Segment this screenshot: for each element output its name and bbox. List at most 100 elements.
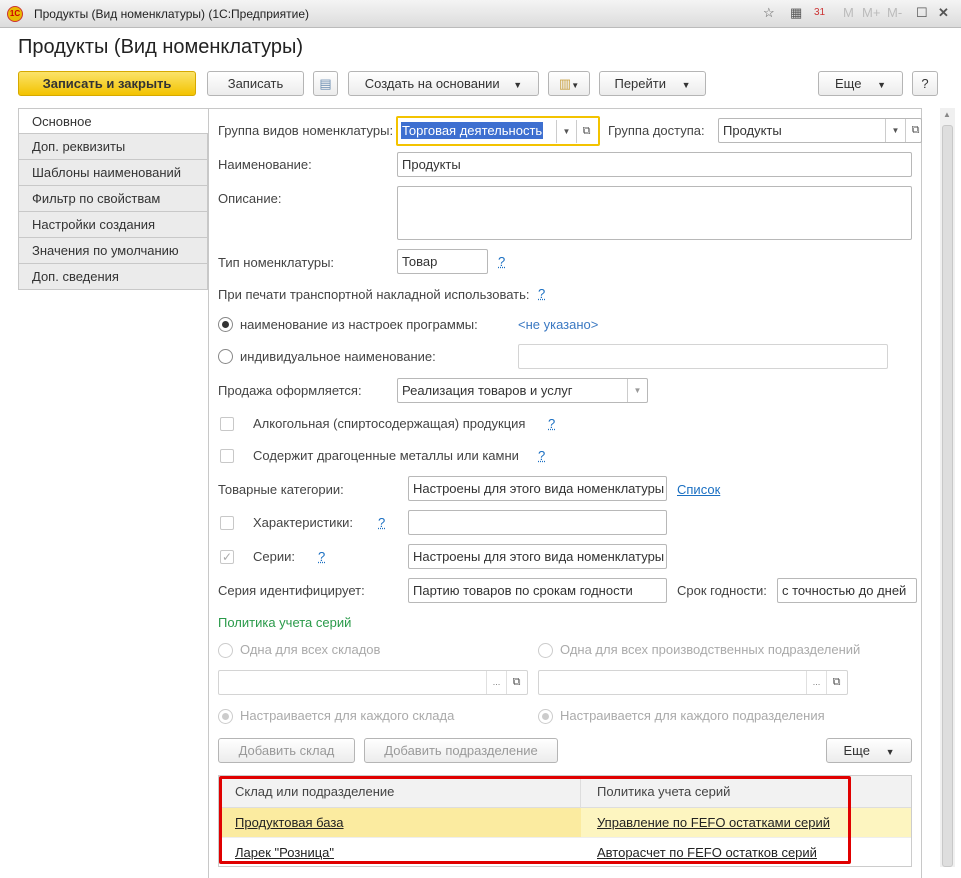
radio-settings-label: наименование из настроек программы:: [240, 317, 478, 332]
radio-one-all-warehouses[interactable]: [218, 643, 233, 658]
more-button[interactable]: Еще ▼: [818, 71, 903, 96]
series-id-input[interactable]: Партию товаров по срокам годности: [408, 578, 667, 603]
list-icon[interactable]: ▤: [313, 71, 338, 96]
table-more-button[interactable]: Еще ▼: [826, 738, 912, 763]
dropdown-icon[interactable]: ▼: [885, 119, 905, 142]
page-title: Продукты (Вид номенклатуры): [18, 36, 304, 58]
each-warehouse-label: Настраивается для каждого склада: [240, 708, 455, 723]
precious-help-link[interactable]: ?: [538, 448, 545, 463]
tab-name-templates[interactable]: Шаблоны наименований: [18, 160, 208, 186]
name-input[interactable]: Продукты: [397, 152, 912, 177]
print-help-link[interactable]: ?: [538, 286, 545, 301]
one-all-divisions-label: Одна для всех производственных подраздел…: [560, 642, 861, 657]
precious-checkbox[interactable]: [220, 449, 234, 463]
characteristics-checkbox[interactable]: [220, 516, 234, 530]
radio-individual-label: индивидуальное наименование:: [240, 349, 436, 364]
alcohol-label: Алкогольная (спиртосодержащая) продукция: [253, 416, 526, 431]
favorite-icon[interactable]: ☆: [763, 5, 775, 21]
characteristics-label: Характеристики:: [253, 515, 354, 530]
open-icon[interactable]: ⧉: [905, 119, 921, 142]
radio-settings-name[interactable]: [218, 317, 233, 332]
series-id-label: Серия идентифицирует:: [218, 583, 365, 598]
print-icon[interactable]: ▥▼: [548, 71, 590, 96]
radio-one-all-divisions[interactable]: [538, 643, 553, 658]
chevron-down-icon: ▼: [885, 747, 895, 757]
radio-each-warehouse[interactable]: [218, 709, 233, 724]
access-field[interactable]: Продукты ▼ ⧉: [718, 118, 922, 143]
group-field[interactable]: Торговая деятельность ▼ ⧉: [396, 116, 600, 146]
annotation-highlight-box: [219, 776, 851, 864]
warehouse-policy-input[interactable]: … ⧉: [218, 670, 528, 695]
expiry-label: Срок годности:: [677, 583, 767, 598]
scrollbar-thumb[interactable]: [942, 125, 953, 867]
go-label: Перейти: [614, 76, 666, 91]
create-based-on-button[interactable]: Создать на основании ▼: [348, 71, 539, 96]
memory-button[interactable]: M: [843, 5, 854, 20]
description-input[interactable]: [397, 186, 912, 240]
save-and-close-button[interactable]: Записать и закрыть: [18, 71, 196, 96]
categories-label: Товарные категории:: [218, 482, 344, 497]
tab-additional-info[interactable]: Доп. сведения: [18, 264, 208, 290]
characteristics-input[interactable]: [408, 510, 667, 535]
dropdown-icon[interactable]: ▼: [627, 379, 647, 402]
dropdown-icon[interactable]: ▼: [556, 120, 576, 143]
maximize-icon[interactable]: ☐: [916, 5, 928, 21]
expiry-input[interactable]: с точностью до дней: [777, 578, 917, 603]
type-label: Тип номенклатуры:: [218, 255, 335, 270]
precious-label: Содержит драгоценные металлы или камни: [253, 448, 519, 463]
chevron-down-icon: ▼: [877, 80, 886, 90]
tab-creation-settings[interactable]: Настройки создания: [18, 212, 208, 238]
window-title: Продукты (Вид номенклатуры) (1С:Предприя…: [34, 7, 309, 21]
more-label: Еще: [835, 76, 862, 91]
tab-default-values[interactable]: Значения по умолчанию: [18, 238, 208, 264]
policy-title: Политика учета серий: [218, 615, 352, 630]
sale-label: Продажа оформляется:: [218, 383, 362, 398]
go-button[interactable]: Перейти ▼: [599, 71, 706, 96]
radio-each-division[interactable]: [538, 709, 553, 724]
chevron-down-icon: ▼: [513, 80, 523, 90]
type-help-link[interactable]: ?: [498, 254, 505, 269]
one-all-warehouses-label: Одна для всех складов: [240, 642, 381, 657]
add-division-button[interactable]: Добавить подразделение: [364, 738, 558, 763]
series-input[interactable]: Настроены для этого вида номенклатуры: [408, 544, 667, 569]
calendar-icon[interactable]: 31: [814, 7, 825, 18]
individual-name-input[interactable]: [518, 344, 888, 369]
alcohol-checkbox[interactable]: [220, 417, 234, 431]
not-set-link[interactable]: <не указано>: [518, 317, 598, 332]
app-logo: 1C: [7, 6, 23, 22]
scroll-up-icon[interactable]: ▲: [943, 110, 951, 119]
group-value: Торговая деятельность: [401, 122, 544, 139]
save-button[interactable]: Записать: [207, 71, 304, 96]
sale-select[interactable]: Реализация товаров и услуг ▼: [397, 378, 648, 403]
add-warehouse-button[interactable]: Добавить склад: [218, 738, 355, 763]
characteristics-help-link[interactable]: ?: [378, 515, 385, 530]
radio-individual-name[interactable]: [218, 349, 233, 364]
access-value: Продукты: [723, 123, 782, 138]
memory-minus-button[interactable]: M-: [887, 5, 902, 20]
print-label: При печати транспортной накладной исполь…: [218, 287, 530, 302]
open-icon[interactable]: ⧉: [506, 671, 526, 694]
tab-additional-attributes[interactable]: Доп. реквизиты: [18, 134, 208, 160]
tabs: Основное Доп. реквизиты Шаблоны наименов…: [18, 108, 208, 290]
help-button[interactable]: ?: [912, 71, 938, 96]
tab-main[interactable]: Основное: [18, 108, 208, 134]
calculator-icon[interactable]: ▦: [790, 5, 802, 21]
select-icon[interactable]: …: [486, 671, 506, 694]
memory-plus-button[interactable]: M+: [862, 5, 880, 20]
close-icon[interactable]: ✕: [938, 5, 949, 21]
series-checkbox[interactable]: ✓: [220, 550, 234, 564]
table-more-label: Еще: [843, 743, 870, 758]
division-policy-input[interactable]: … ⧉: [538, 670, 848, 695]
series-label: Серии:: [253, 549, 295, 564]
sale-value: Реализация товаров и услуг: [402, 383, 573, 398]
categories-list-link[interactable]: Список: [677, 482, 720, 497]
open-icon[interactable]: ⧉: [576, 120, 596, 143]
select-icon[interactable]: …: [806, 671, 826, 694]
description-label: Описание:: [218, 191, 282, 206]
series-help-link[interactable]: ?: [318, 549, 325, 564]
open-icon[interactable]: ⧉: [826, 671, 846, 694]
alcohol-help-link[interactable]: ?: [548, 416, 555, 431]
categories-input[interactable]: Настроены для этого вида номенклатуры: [408, 476, 667, 501]
tab-property-filter[interactable]: Фильтр по свойствам: [18, 186, 208, 212]
type-input[interactable]: Товар: [397, 249, 488, 274]
